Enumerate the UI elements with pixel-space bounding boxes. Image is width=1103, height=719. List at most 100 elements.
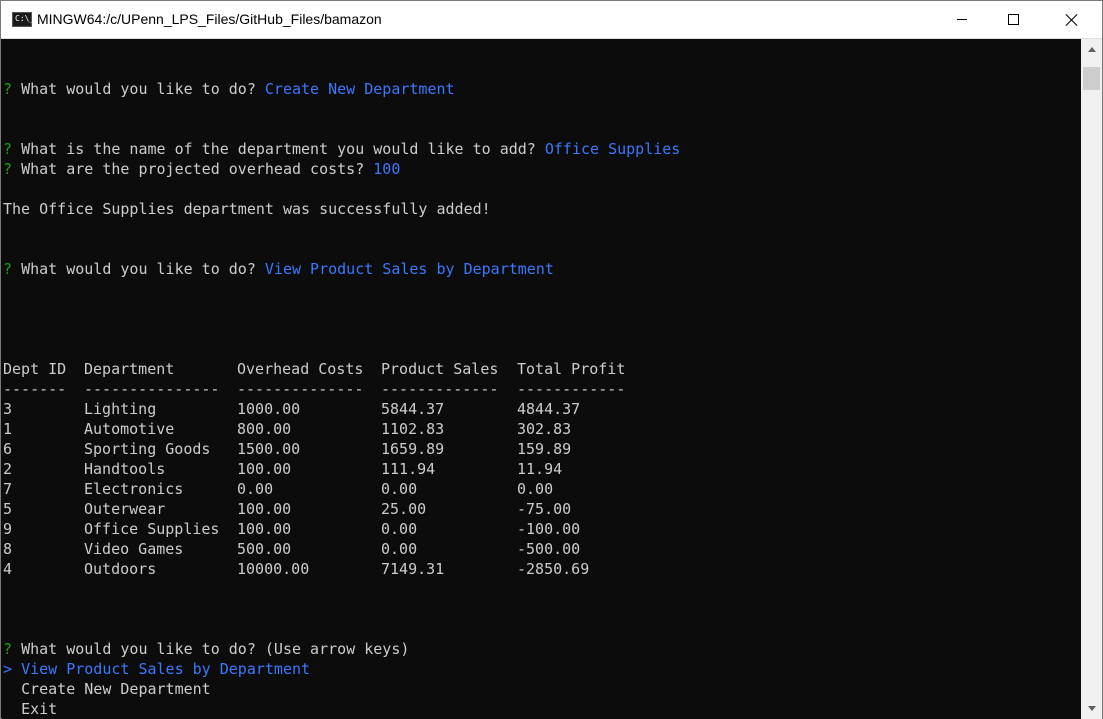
divider-cell: -------	[3, 380, 67, 398]
menu-item-label: Create New Department	[21, 680, 211, 698]
maximize-button[interactable]	[990, 1, 1036, 38]
success-message: The Office Supplies department was succe…	[3, 200, 491, 218]
cell-product-sales: 1659.89	[381, 440, 445, 458]
menu-item-create-department[interactable]: Create New Department	[3, 679, 211, 699]
prompt-question: What would you like to do?	[21, 640, 256, 658]
scroll-thumb[interactable]	[1083, 67, 1100, 90]
divider-cell: -------------	[381, 380, 499, 398]
cell-department: Outdoors	[84, 560, 157, 578]
cell-overhead-costs: 100.00	[237, 520, 292, 538]
prompt-question: What would you like to do?	[21, 80, 256, 98]
prompt-hint: (Use arrow keys)	[264, 640, 410, 658]
cell-product-sales: 0.00	[381, 480, 418, 498]
prompt-question: What is the name of the department you w…	[21, 140, 536, 158]
cell-total-profit: -100.00	[517, 520, 581, 538]
cell-overhead-costs: 100.00	[237, 500, 292, 518]
prompt-answer: View Product Sales by Department	[264, 260, 554, 278]
cell-total-profit: 0.00	[517, 480, 554, 498]
cell-overhead-costs: 10000.00	[237, 560, 310, 578]
cell-dept-id: 9	[3, 520, 13, 538]
prompt-line: ? What is the name of the department you…	[3, 139, 680, 159]
cell-dept-id: 7	[3, 480, 13, 498]
cell-department: Electronics	[84, 480, 184, 498]
prompt-mark: ?	[3, 160, 13, 178]
cell-dept-id: 4	[3, 560, 13, 578]
close-button[interactable]	[1049, 1, 1095, 38]
header-product-sales: Product Sales	[381, 360, 499, 378]
minimize-button[interactable]	[939, 1, 985, 38]
scroll-down-button[interactable]	[1081, 698, 1102, 719]
vertical-scrollbar[interactable]	[1081, 39, 1102, 719]
cell-department: Sporting Goods	[84, 440, 211, 458]
header-department: Department	[84, 360, 175, 378]
cell-total-profit: -500.00	[517, 540, 581, 558]
prompt-line: ? What are the projected overhead costs?…	[3, 159, 400, 179]
prompt-answer: 100	[373, 160, 401, 178]
prompt-mark: ?	[3, 260, 13, 278]
minimize-icon	[957, 19, 967, 20]
cell-dept-id: 8	[3, 540, 13, 558]
terminal-app-icon[interactable]: C:\_	[12, 12, 35, 27]
cell-overhead-costs: 1000.00	[237, 400, 301, 418]
prompt-answer: Create New Department	[264, 80, 455, 98]
cell-overhead-costs: 500.00	[237, 540, 292, 558]
menu-item-view-product-sales[interactable]: > View Product Sales by Department	[3, 659, 310, 679]
window-title: MINGW64:/c/UPenn_LPS_Files/GitHub_Files/…	[37, 11, 382, 27]
divider-cell: ---------------	[84, 380, 220, 398]
prompt-question: What would you like to do?	[21, 260, 256, 278]
divider-cell: --------------	[237, 380, 364, 398]
header-overhead-costs: Overhead Costs	[237, 360, 364, 378]
cell-dept-id: 5	[3, 500, 13, 518]
terminal-output[interactable]: ? What would you like to do? Create New …	[2, 39, 1081, 719]
menu-item-label: View Product Sales by Department	[21, 660, 311, 678]
scroll-up-button[interactable]	[1081, 39, 1102, 60]
prompt-line: ? What would you like to do? Create New …	[3, 79, 455, 99]
maximize-icon	[1007, 14, 1019, 25]
menu-item-exit[interactable]: Exit	[3, 699, 57, 719]
scroll-down-arrow-icon	[1087, 706, 1096, 711]
cell-overhead-costs: 100.00	[237, 460, 292, 478]
menu-pointer: >	[3, 660, 13, 678]
cell-dept-id: 6	[3, 440, 13, 458]
cell-department: Outerwear	[84, 500, 166, 518]
cell-department: Lighting	[84, 400, 157, 418]
cell-product-sales: 7149.31	[381, 560, 445, 578]
prompt-mark: ?	[3, 640, 13, 658]
cell-overhead-costs: 800.00	[237, 420, 292, 438]
header-dept-id: Dept ID	[3, 360, 67, 378]
cell-dept-id: 3	[3, 400, 13, 418]
divider-cell: ------------	[517, 380, 626, 398]
cell-product-sales: 111.94	[381, 460, 436, 478]
terminal-window: C:\_ MINGW64:/c/UPenn_LPS_Files/GitHub_F…	[0, 0, 1103, 719]
cell-total-profit: 11.94	[517, 460, 563, 478]
prompt-line: ? What would you like to do? (Use arrow …	[3, 639, 409, 659]
prompt-mark: ?	[3, 80, 13, 98]
cell-department: Handtools	[84, 460, 166, 478]
terminal-app-icon-label: C:\_	[15, 14, 35, 23]
prompt-answer: Office Supplies	[544, 140, 681, 158]
cell-total-profit: -2850.69	[517, 560, 590, 578]
menu-item-label: Exit	[21, 700, 58, 718]
prompt-question: What are the projected overhead costs?	[21, 160, 365, 178]
cell-dept-id: 2	[3, 460, 13, 478]
cell-product-sales: 0.00	[381, 540, 418, 558]
cell-total-profit: -75.00	[517, 500, 572, 518]
cell-overhead-costs: 0.00	[237, 480, 274, 498]
cell-department: Video Games	[84, 540, 184, 558]
cell-department: Automotive	[84, 420, 175, 438]
cell-dept-id: 1	[3, 420, 13, 438]
prompt-line: ? What would you like to do? View Produc…	[3, 259, 554, 279]
cell-total-profit: 159.89	[517, 440, 572, 458]
cell-product-sales: 25.00	[381, 500, 427, 518]
prompt-mark: ?	[3, 140, 13, 158]
cell-total-profit: 302.83	[517, 420, 572, 438]
cell-product-sales: 1102.83	[381, 420, 445, 438]
cell-total-profit: 4844.37	[517, 400, 581, 418]
cell-product-sales: 0.00	[381, 520, 418, 538]
cell-product-sales: 5844.37	[381, 400, 445, 418]
close-icon	[1066, 14, 1078, 26]
cell-department: Office Supplies	[84, 520, 220, 538]
cell-overhead-costs: 1500.00	[237, 440, 301, 458]
header-total-profit: Total Profit	[517, 360, 626, 378]
title-bar[interactable]: C:\_ MINGW64:/c/UPenn_LPS_Files/GitHub_F…	[1, 1, 1102, 39]
